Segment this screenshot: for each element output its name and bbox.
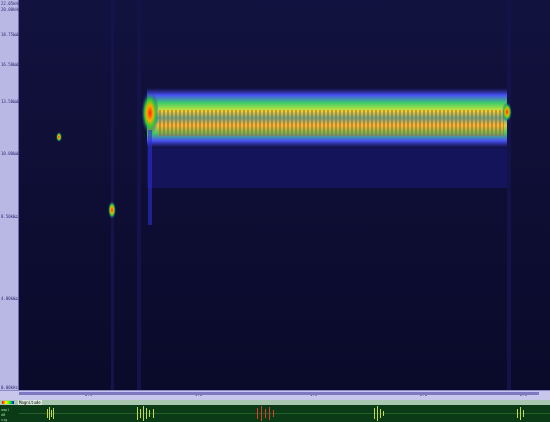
axis-tick: 22.05kHz (1, 1, 21, 6)
waveform-graph (19, 406, 550, 421)
waveform-scale: sig (1, 418, 8, 422)
axis-tick: 20.00kHz (1, 7, 21, 12)
waveform-label: Magnitude (18, 400, 42, 405)
spectrogram-canvas[interactable] (19, 0, 550, 390)
waveform-header: Magnitude (0, 400, 550, 405)
waveform-scale: ampl (1, 408, 10, 412)
scroll-thumb[interactable] (19, 392, 539, 395)
color-scale-icon (2, 401, 14, 404)
waveform-scale: dB (1, 413, 6, 417)
frequency-axis: 22.05kHz 20.00kHz 18.75kHz 16.50kHz 13.5… (0, 0, 21, 392)
